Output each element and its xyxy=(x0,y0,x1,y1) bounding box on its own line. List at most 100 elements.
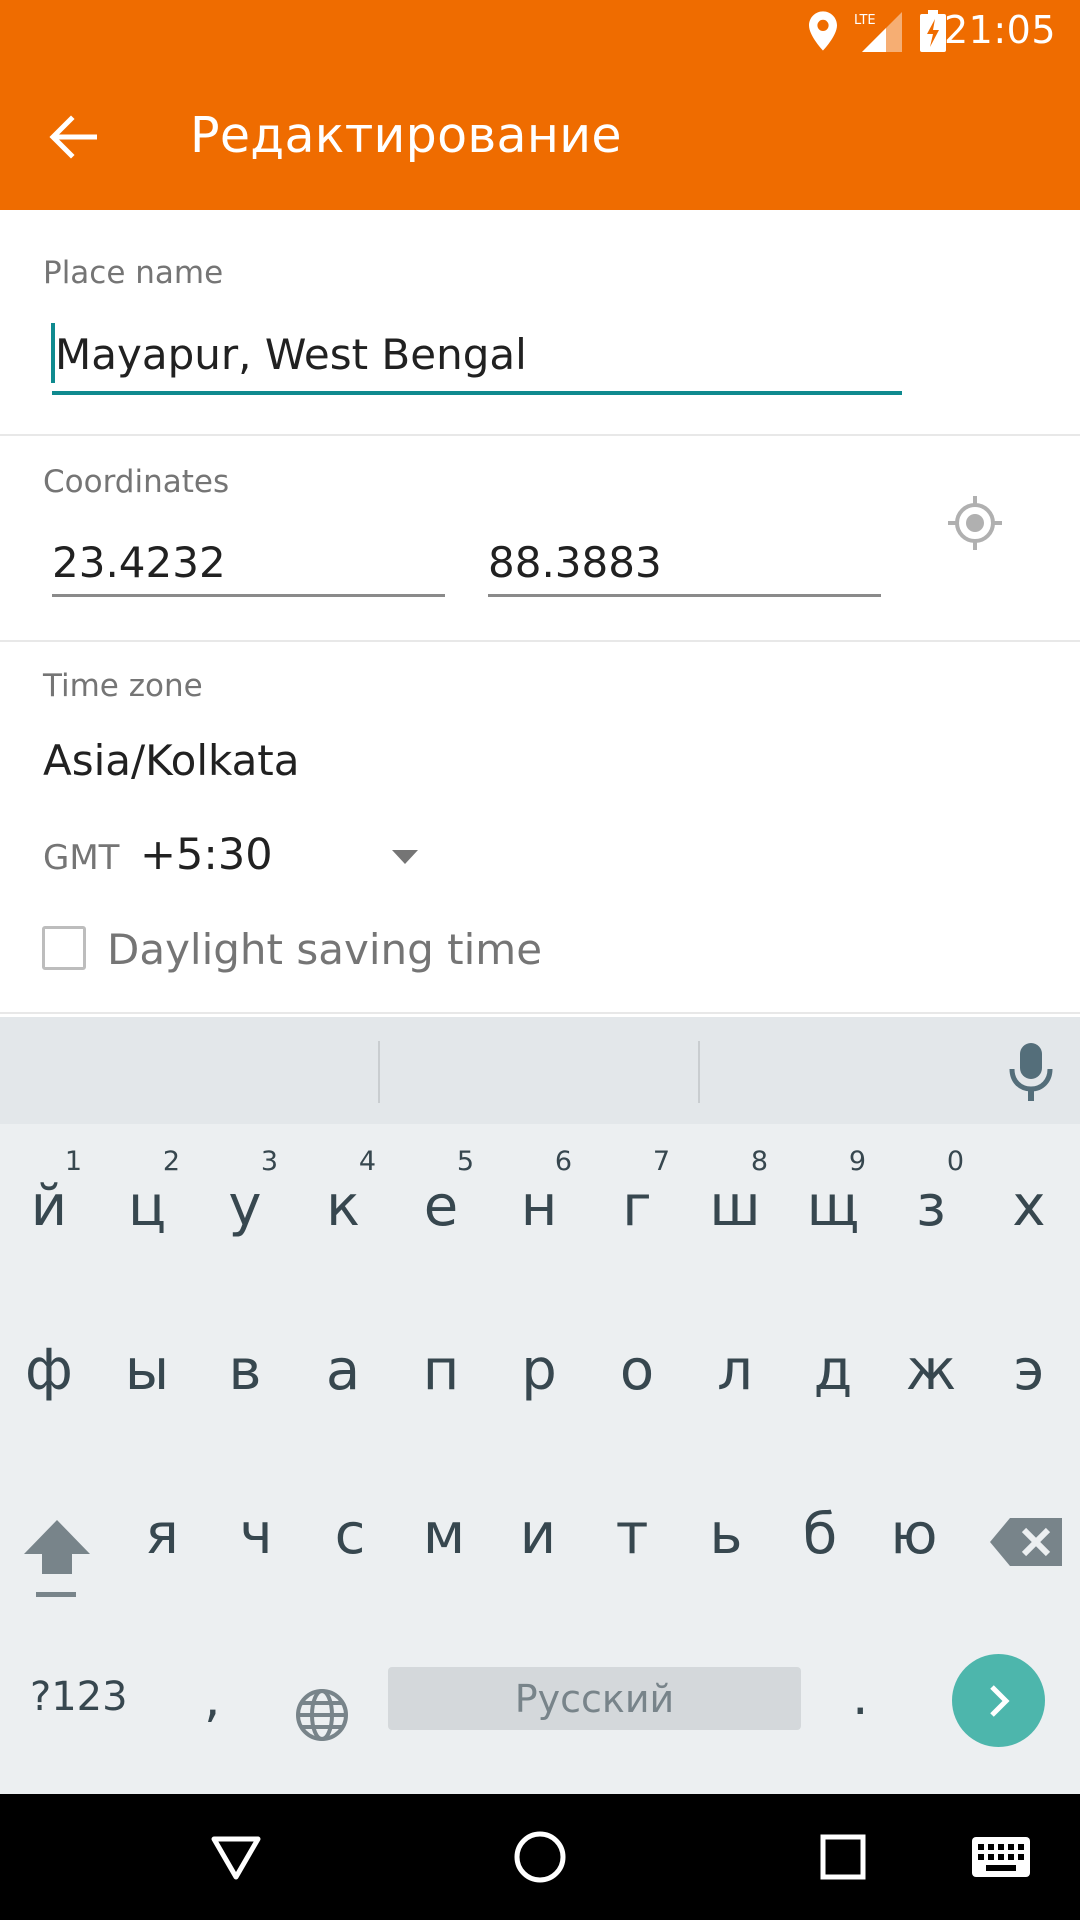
key-number-hint: 5 xyxy=(456,1146,474,1177)
microphone-icon[interactable] xyxy=(1004,1043,1058,1101)
key-letter: ф xyxy=(25,1337,73,1403)
place-name-label: Place name xyxy=(43,255,224,291)
time-zone-value[interactable]: Asia/Kolkata xyxy=(43,736,300,785)
symbols-key[interactable]: ?123 xyxy=(30,1674,128,1720)
key-letter: к xyxy=(326,1173,360,1239)
battery-charging-icon xyxy=(920,10,946,52)
latitude-underline xyxy=(52,594,445,597)
comma-key[interactable]: , xyxy=(204,1669,221,1729)
key[interactable]: м xyxy=(397,1452,491,1616)
key[interactable]: в xyxy=(196,1288,294,1452)
key[interactable]: х xyxy=(980,1124,1078,1288)
gmt-offset-select[interactable]: +5:30 xyxy=(140,830,273,880)
key[interactable]: щ9 xyxy=(784,1124,882,1288)
key[interactable]: п xyxy=(392,1288,490,1452)
back-triangle-icon xyxy=(211,1836,261,1880)
globe-icon[interactable] xyxy=(295,1688,349,1742)
key-letter: ю xyxy=(890,1501,938,1567)
key-number-hint: 4 xyxy=(358,1146,376,1177)
key-letter: ж xyxy=(905,1337,957,1403)
key-letter: с xyxy=(334,1501,366,1567)
key[interactable]: с xyxy=(303,1452,397,1616)
longitude-input[interactable]: 88.3883 xyxy=(488,538,878,587)
period-key[interactable]: . xyxy=(852,1667,869,1727)
key[interactable]: у3 xyxy=(196,1124,294,1288)
navigation-bar xyxy=(0,1794,1080,1920)
nav-keyboard-button[interactable] xyxy=(966,1822,1036,1892)
key[interactable]: ж xyxy=(882,1288,980,1452)
key-letter: т xyxy=(615,1501,649,1567)
key[interactable]: ф xyxy=(0,1288,98,1452)
key-letter: р xyxy=(521,1337,557,1403)
dropdown-arrow-icon[interactable] xyxy=(392,850,418,864)
key-letter: з xyxy=(916,1173,946,1239)
suggestion-divider xyxy=(698,1041,700,1103)
key-letter: а xyxy=(325,1337,361,1403)
key-number-hint: 3 xyxy=(260,1146,278,1177)
text-cursor xyxy=(51,323,55,383)
key[interactable]: и xyxy=(491,1452,585,1616)
key[interactable]: е5 xyxy=(392,1124,490,1288)
location-icon xyxy=(809,11,837,51)
nav-home-button[interactable] xyxy=(505,1822,575,1892)
chevron-right-icon xyxy=(989,1684,1010,1717)
lte-signal-icon: LTE xyxy=(854,12,902,52)
nav-recents-button[interactable] xyxy=(808,1822,878,1892)
coordinates-section: Coordinates 23.4232 88.3883 xyxy=(0,436,1080,642)
key[interactable]: л xyxy=(686,1288,784,1452)
back-button[interactable] xyxy=(38,105,108,169)
key-number-hint: 1 xyxy=(64,1146,82,1177)
key-number-hint: 6 xyxy=(554,1146,572,1177)
keyboard-icon xyxy=(972,1837,1030,1877)
place-name-input[interactable]: Mayapur, West Bengal xyxy=(55,330,900,379)
key[interactable]: к4 xyxy=(294,1124,392,1288)
key[interactable]: а xyxy=(294,1288,392,1452)
key[interactable]: ш8 xyxy=(686,1124,784,1288)
suggestion-strip xyxy=(0,1017,1080,1124)
daylight-saving-checkbox[interactable] xyxy=(42,926,86,970)
key[interactable]: ь xyxy=(679,1452,773,1616)
key[interactable]: н6 xyxy=(490,1124,588,1288)
key[interactable]: й1 xyxy=(0,1124,98,1288)
key[interactable]: д xyxy=(784,1288,882,1452)
key-letter: н xyxy=(520,1173,558,1239)
space-key[interactable]: Русский xyxy=(388,1667,801,1730)
daylight-saving-label[interactable]: Daylight saving time xyxy=(107,925,542,974)
key[interactable]: ы xyxy=(98,1288,196,1452)
backspace-key-icon[interactable] xyxy=(988,1512,1068,1572)
key-letter: у xyxy=(228,1173,262,1239)
home-circle-icon xyxy=(514,1831,566,1883)
key-letter: ы xyxy=(124,1337,170,1403)
latitude-input[interactable]: 23.4232 xyxy=(52,538,442,587)
key[interactable]: т xyxy=(585,1452,679,1616)
nav-back-button[interactable] xyxy=(201,1822,271,1892)
app-bar: Редактирование xyxy=(0,63,1080,210)
key[interactable]: я xyxy=(115,1452,209,1616)
key[interactable]: о xyxy=(588,1288,686,1452)
key[interactable]: ю xyxy=(867,1452,961,1616)
key[interactable]: з0 xyxy=(882,1124,980,1288)
arrow-back-icon xyxy=(49,115,97,159)
key-letter: б xyxy=(802,1501,838,1567)
key-number-hint: 9 xyxy=(848,1146,866,1177)
key-letter: щ xyxy=(806,1173,860,1239)
key[interactable]: б xyxy=(773,1452,867,1616)
shift-key-icon[interactable] xyxy=(18,1512,96,1602)
key-letter: о xyxy=(619,1337,655,1403)
key-letter: и xyxy=(519,1501,557,1567)
key[interactable]: г7 xyxy=(588,1124,686,1288)
key[interactable]: э xyxy=(980,1288,1078,1452)
locate-button[interactable] xyxy=(940,488,1010,558)
key-letter: ч xyxy=(239,1501,273,1567)
next-key[interactable] xyxy=(952,1654,1045,1747)
key-number-hint: 2 xyxy=(162,1146,180,1177)
page-title: Редактирование xyxy=(190,107,622,164)
key[interactable]: ч xyxy=(209,1452,303,1616)
key-number-hint: 8 xyxy=(750,1146,768,1177)
key-letter: ь xyxy=(709,1501,743,1567)
coordinates-label: Coordinates xyxy=(43,464,230,500)
key[interactable]: ц2 xyxy=(98,1124,196,1288)
gmt-label: GMT xyxy=(43,838,120,878)
key-letter: ц xyxy=(127,1173,167,1239)
key[interactable]: р xyxy=(490,1288,588,1452)
